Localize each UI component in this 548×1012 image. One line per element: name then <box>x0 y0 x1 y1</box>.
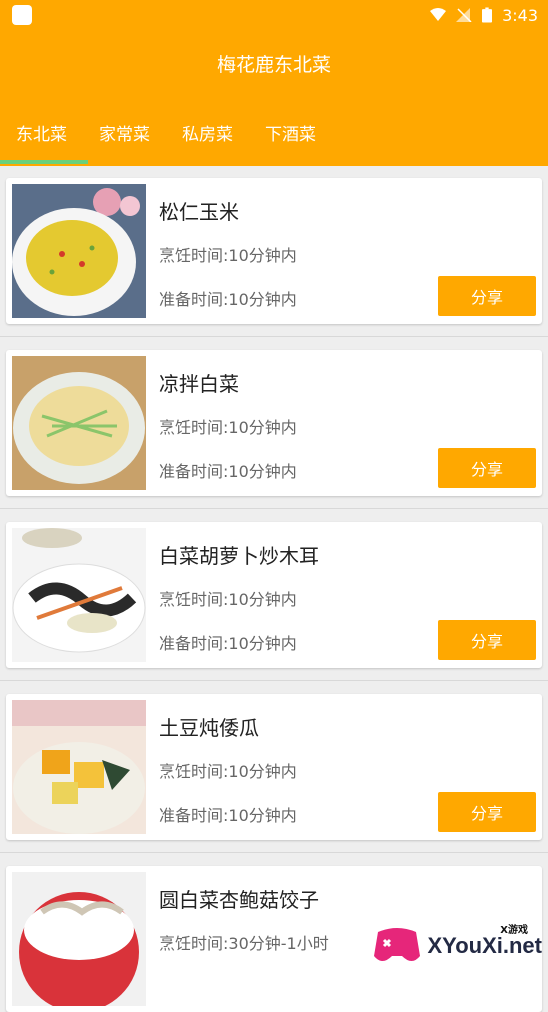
battery-icon <box>482 7 493 23</box>
page-title: 梅花鹿东北菜 <box>216 54 331 76</box>
share-button[interactable]: 分享 <box>438 276 536 316</box>
cook-time: 烹饪时间:10分钟内 <box>159 590 297 609</box>
tab-dongbei[interactable]: 东北菜 <box>0 116 83 148</box>
prep-time: 准备时间:10分钟内 <box>159 290 297 309</box>
watermark-small: X游戏 <box>500 925 528 936</box>
app-bar: 3:43 梅花鹿东北菜 东北菜 家常菜 私房菜 下酒菜 <box>0 0 548 166</box>
dish-name: 圆白菜杏鲍菇饺子 <box>159 888 319 912</box>
dish-name: 白菜胡萝卜炒木耳 <box>159 544 319 568</box>
status-time: 3:43 <box>502 5 538 25</box>
cook-time: 烹饪时间:30分钟-1小时 <box>159 934 329 953</box>
tab-sifang[interactable]: 私房菜 <box>166 116 249 148</box>
tab-label: 东北菜 <box>16 124 67 145</box>
watermark: X游戏 XYouXi.net <box>372 925 543 966</box>
gamepad-logo-icon <box>373 928 420 961</box>
cook-time: 烹饪时间:10分钟内 <box>159 418 297 437</box>
prep-time: 准备时间:10分钟内 <box>159 806 297 825</box>
dish-name: 凉拌白菜 <box>159 372 239 396</box>
status-bar: 3:43 <box>0 0 548 30</box>
status-icons: 3:43 <box>430 4 538 26</box>
dish-image <box>12 184 146 318</box>
dish-name: 土豆炖倭瓜 <box>159 716 259 740</box>
tab-label: 家常菜 <box>99 124 150 145</box>
category-tabs: 东北菜 家常菜 私房菜 下酒菜 <box>0 116 332 162</box>
dish-image <box>12 528 146 662</box>
tab-jiachang[interactable]: 家常菜 <box>83 116 166 148</box>
divider <box>0 680 548 681</box>
share-button[interactable]: 分享 <box>438 792 536 832</box>
dish-card[interactable]: 土豆炖倭瓜 烹饪时间:10分钟内 准备时间:10分钟内 分享 <box>6 694 542 840</box>
dish-card[interactable]: 凉拌白菜 烹饪时间:10分钟内 准备时间:10分钟内 分享 <box>6 350 542 496</box>
notification-icon <box>12 5 32 25</box>
signal-icon <box>456 8 472 22</box>
watermark-text: XYouXi.net <box>427 933 543 958</box>
prep-time: 准备时间:10分钟内 <box>159 634 297 653</box>
share-button[interactable]: 分享 <box>438 620 536 660</box>
dish-image <box>12 700 146 834</box>
cook-time: 烹饪时间:10分钟内 <box>159 762 297 781</box>
dish-card[interactable]: 松仁玉米 烹饪时间:10分钟内 准备时间:10分钟内 分享 <box>6 178 542 324</box>
divider <box>0 852 548 853</box>
tab-label: 私房菜 <box>182 124 233 145</box>
tab-label: 下酒菜 <box>265 124 316 145</box>
wifi-icon <box>430 8 447 21</box>
share-button[interactable]: 分享 <box>438 448 536 488</box>
tab-indicator <box>0 160 88 164</box>
divider <box>0 336 548 337</box>
cook-time: 烹饪时间:10分钟内 <box>159 246 297 265</box>
dish-image <box>12 872 146 1006</box>
dish-image <box>12 356 146 490</box>
dish-name: 松仁玉米 <box>159 200 239 224</box>
tab-xiajiu[interactable]: 下酒菜 <box>249 116 332 148</box>
divider <box>0 508 548 509</box>
dish-card[interactable]: 白菜胡萝卜炒木耳 烹饪时间:10分钟内 准备时间:10分钟内 分享 <box>6 522 542 668</box>
prep-time: 准备时间:10分钟内 <box>159 462 297 481</box>
